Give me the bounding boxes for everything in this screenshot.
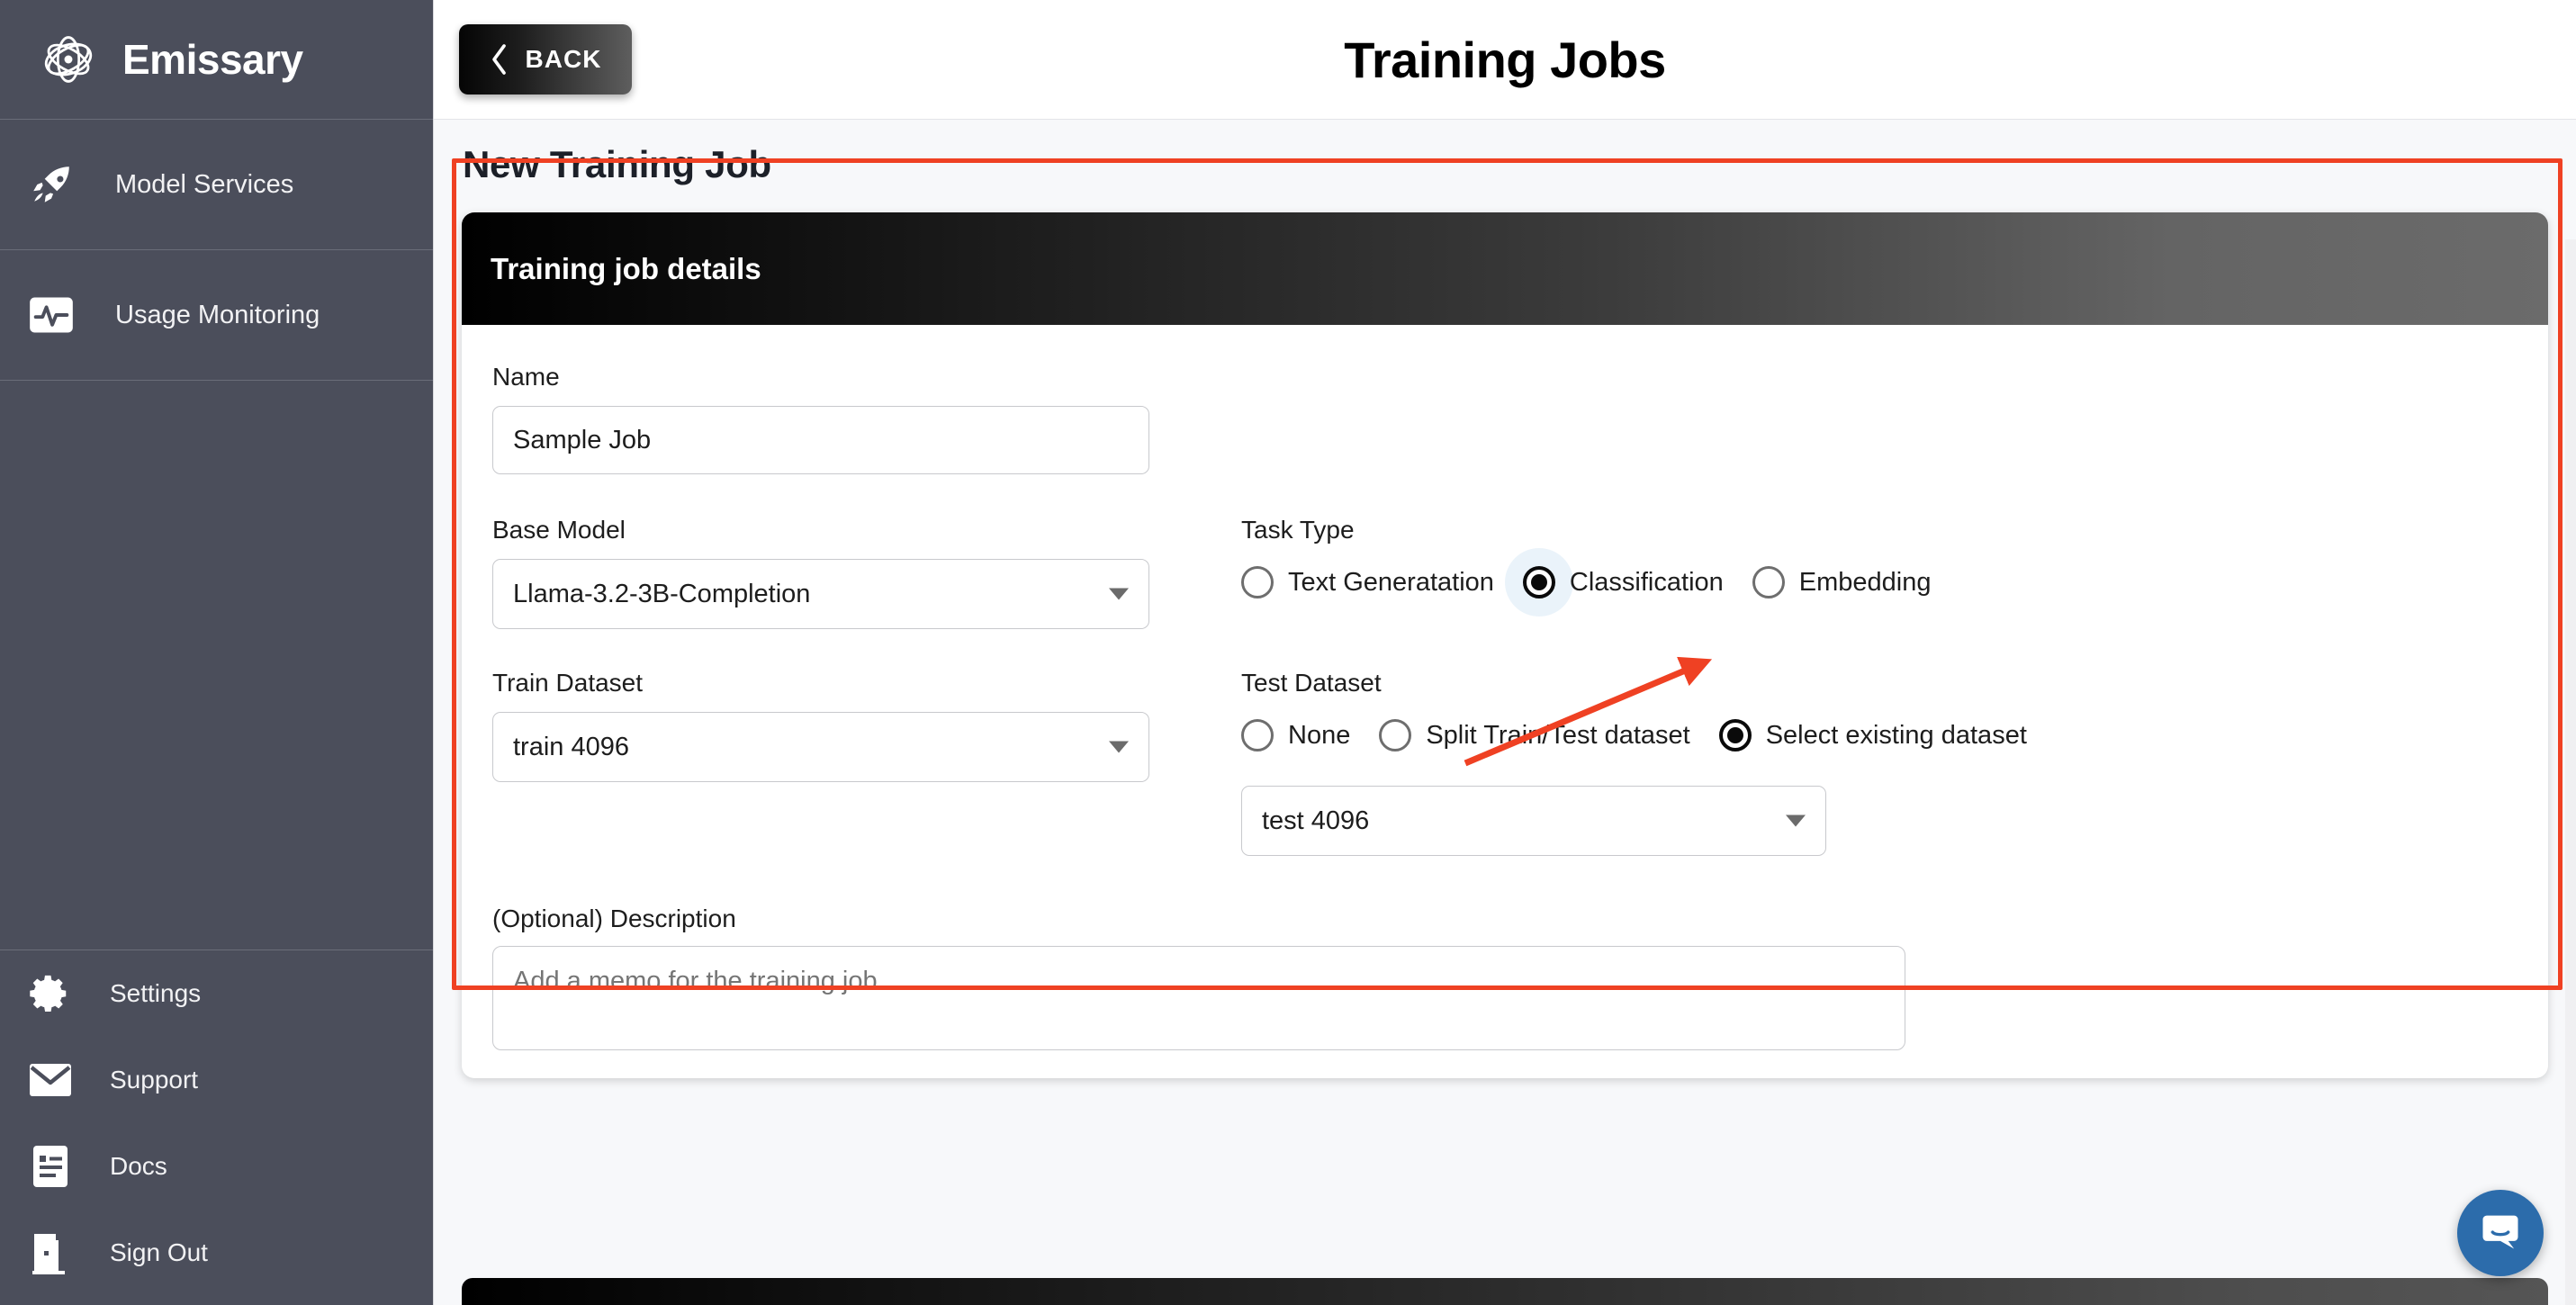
- row-base-model-task-type: Base Model Llama-3.2-3B-Completion Task …: [492, 516, 2517, 629]
- document-icon: [29, 1145, 72, 1188]
- sidebar-item-label: Model Services: [115, 169, 294, 199]
- test-dataset-label: Test Dataset: [1241, 669, 1382, 697]
- base-model-label: Base Model: [492, 516, 626, 544]
- atom-orbit-icon: [38, 29, 99, 90]
- base-model-select[interactable]: Llama-3.2-3B-Completion: [492, 559, 1149, 629]
- card-body: Name Base Model Llama-3.2-3B-Completion: [462, 325, 2548, 1078]
- row-train-test-dataset: Train Dataset train 4096 Test Dataset No…: [492, 669, 2517, 856]
- brand[interactable]: Emissary: [0, 0, 433, 120]
- radio-label: Embedding: [1798, 567, 1932, 597]
- sidebar-bottom-group: Settings Support Docs Sign Out: [0, 950, 433, 1305]
- back-button[interactable]: BACK: [459, 24, 632, 94]
- chevron-down-icon: [1109, 741, 1129, 753]
- page-content: New Training Job Training job details Na…: [434, 120, 2576, 1305]
- radio-indicator: [1241, 566, 1274, 598]
- brand-name: Emissary: [122, 36, 303, 83]
- gear-icon: [29, 972, 72, 1015]
- sidebar-item-label: Usage Monitoring: [115, 300, 320, 329]
- sidebar: Emissary Model Services Usage Monitoring: [0, 0, 434, 1305]
- task-type-field-group: Task Type Text Generatation Classificati…: [1212, 516, 2517, 629]
- app-root: Emissary Model Services Usage Monitoring: [0, 0, 2576, 1305]
- sidebar-item-label: Sign Out: [110, 1238, 208, 1266]
- test-dataset-value: test 4096: [1262, 806, 1370, 835]
- base-model-field-group: Base Model Llama-3.2-3B-Completion: [492, 516, 1212, 629]
- base-model-value: Llama-3.2-3B-Completion: [513, 579, 811, 608]
- radio-label: None: [1288, 720, 1351, 750]
- sidebar-item-settings[interactable]: Settings: [0, 950, 433, 1037]
- sidebar-spacer: [0, 381, 433, 950]
- test-dataset-field-group: Test Dataset None Split Train/Test datas…: [1212, 669, 2517, 856]
- task-type-radio-group: Text Generatation Classification Embeddi…: [1241, 548, 2517, 616]
- chevron-left-icon: [490, 42, 509, 76]
- radio-task-type-embedding[interactable]: Embedding: [1752, 559, 1932, 606]
- sidebar-item-label: Support: [110, 1066, 199, 1094]
- door-exit-icon: [29, 1231, 72, 1274]
- main-area: BACK Training Jobs New Training Job Trai…: [434, 0, 2576, 1305]
- card-header-title: Training job details: [491, 251, 761, 285]
- hyper-parameters-accordion[interactable]: (Optional) Hyper Parameters: [462, 1278, 2548, 1305]
- description-field-group: (Optional) Description: [492, 904, 2517, 1055]
- card-header: Training job details: [462, 212, 2548, 325]
- radio-task-type-text-generation[interactable]: Text Generatation: [1241, 559, 1494, 606]
- rocket-icon: [27, 160, 76, 209]
- radio-indicator: [1522, 566, 1555, 598]
- sidebar-item-support[interactable]: Support: [0, 1037, 433, 1123]
- activity-monitor-icon: [27, 291, 76, 339]
- name-field-group: Name: [492, 363, 2517, 474]
- sidebar-item-sign-out[interactable]: Sign Out: [0, 1210, 433, 1296]
- sidebar-item-docs[interactable]: Docs: [0, 1123, 433, 1210]
- page-title: Training Jobs: [1344, 31, 1666, 88]
- radio-test-dataset-select-existing[interactable]: Select existing dataset: [1718, 712, 2027, 759]
- sidebar-item-label: Docs: [110, 1152, 167, 1180]
- radio-label: Split Train/Test dataset: [1426, 720, 1690, 750]
- name-input[interactable]: [492, 406, 1149, 474]
- sidebar-item-model-services[interactable]: Model Services: [0, 120, 433, 250]
- radio-indicator: [1379, 719, 1412, 752]
- sidebar-item-label: Settings: [110, 979, 202, 1007]
- envelope-icon: [29, 1058, 72, 1102]
- radio-label: Select existing dataset: [1765, 720, 2027, 750]
- radio-test-dataset-none[interactable]: None: [1241, 712, 1350, 759]
- sidebar-item-usage-monitoring[interactable]: Usage Monitoring: [0, 250, 433, 381]
- train-dataset-select[interactable]: train 4096: [492, 712, 1149, 782]
- scrollbar[interactable]: [2565, 239, 2576, 1305]
- topbar: BACK Training Jobs: [434, 0, 2576, 120]
- radio-label: Text Generatation: [1288, 567, 1494, 597]
- radio-task-type-classification[interactable]: Classification: [1504, 548, 1724, 616]
- train-dataset-value: train 4096: [513, 732, 629, 761]
- radio-indicator: [1241, 719, 1274, 752]
- train-dataset-label: Train Dataset: [492, 669, 644, 697]
- chevron-down-icon: [1109, 588, 1129, 600]
- test-dataset-radio-group: None Split Train/Test dataset Select exi…: [1241, 712, 2517, 759]
- back-button-label: BACK: [525, 45, 602, 73]
- radio-test-dataset-split[interactable]: Split Train/Test dataset: [1379, 712, 1690, 759]
- description-label: (Optional) Description: [492, 904, 736, 932]
- hyper-parameters-label: (Optional) Hyper Parameters: [527, 1300, 929, 1305]
- training-job-details-card: Training job details Name Base Model: [462, 212, 2548, 1078]
- task-type-label: Task Type: [1241, 516, 1355, 544]
- name-label: Name: [492, 363, 560, 391]
- train-dataset-field-group: Train Dataset train 4096: [492, 669, 1212, 856]
- chevron-down-icon: [1786, 814, 1806, 827]
- radio-indicator: [1718, 719, 1752, 752]
- chat-bubble-icon: [2477, 1208, 2524, 1259]
- radio-indicator: [1752, 566, 1785, 598]
- test-dataset-select[interactable]: test 4096: [1241, 786, 1826, 856]
- chat-widget-button[interactable]: [2457, 1190, 2544, 1276]
- radio-label: Classification: [1569, 567, 1724, 597]
- description-textarea[interactable]: [492, 946, 1905, 1050]
- section-title: New Training Job: [463, 143, 771, 185]
